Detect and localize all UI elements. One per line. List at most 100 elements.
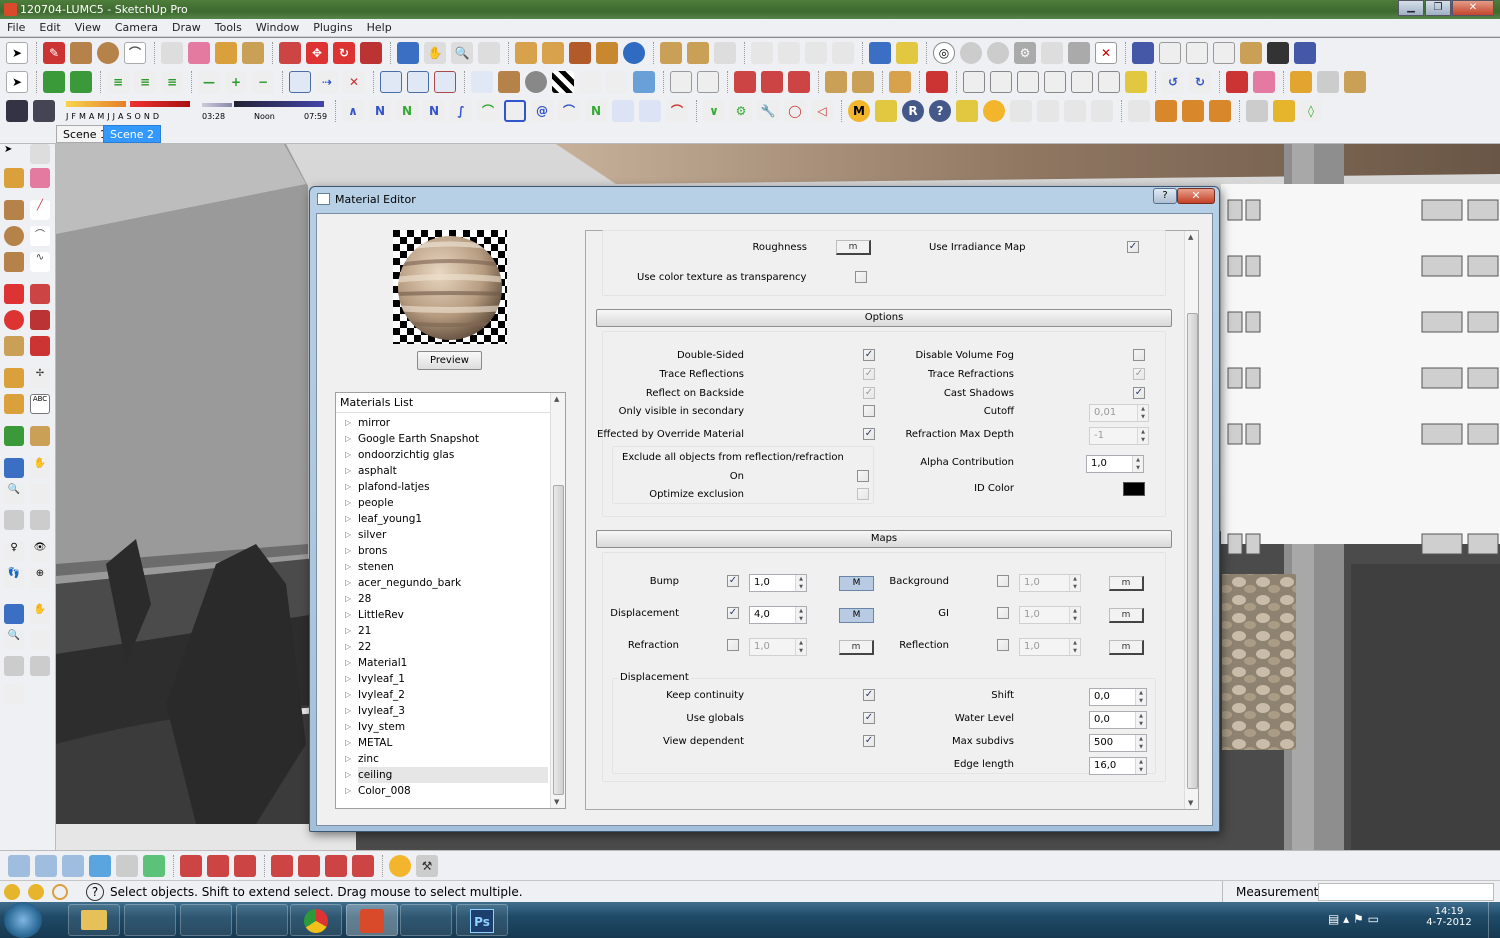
alpha-contribution-input[interactable]: 1,0 ▲ ▼ [1086, 455, 1144, 473]
grid-icon[interactable] [289, 70, 311, 93]
list-item[interactable]: ▷ Ivyleaf_2 [345, 687, 548, 703]
left-view-icon[interactable] [1267, 41, 1289, 64]
compass-icon[interactable] [389, 854, 411, 877]
offset-icon[interactable] [70, 70, 92, 93]
pencil-icon[interactable]: ✎ [43, 41, 65, 64]
trace-refractions-checkbox[interactable]: ✓ [1133, 368, 1145, 380]
taskbar-chrome[interactable] [290, 904, 342, 936]
cube-a-icon[interactable] [1290, 70, 1312, 93]
minimize-button[interactable]: ▁ [1398, 0, 1424, 16]
taskbar-app-1[interactable] [124, 904, 176, 936]
shadow-settings-icon[interactable] [6, 99, 28, 122]
prev-view-icon[interactable] [4, 510, 24, 530]
offset-tool-icon[interactable] [30, 336, 50, 356]
vray-light-b-icon[interactable] [1037, 99, 1059, 122]
maps-section-header[interactable]: Maps [596, 530, 1172, 548]
make-component-icon[interactable] [161, 41, 183, 64]
align-right-icon[interactable]: ≡ [161, 70, 183, 93]
warehouse-icon[interactable] [515, 41, 537, 64]
brush-a-icon[interactable] [825, 70, 847, 93]
back-view-icon[interactable] [1240, 41, 1262, 64]
credits-icon[interactable] [28, 884, 44, 900]
zoom-2-icon[interactable]: 🔍 [4, 630, 24, 650]
bottom-view-icon[interactable] [1294, 41, 1316, 64]
menu-view[interactable]: View [68, 19, 108, 36]
keep-continuity-checkbox[interactable]: ✓ [863, 689, 875, 701]
hierarchy-icon[interactable] [633, 70, 655, 93]
shift-input[interactable]: 0,0 ▲ ▼ [1089, 688, 1147, 706]
rotate-tool-icon[interactable] [4, 310, 24, 330]
3dtext-tool-icon[interactable] [30, 426, 50, 446]
cube-b-icon[interactable] [1317, 70, 1339, 93]
zoom-window-2-icon[interactable] [30, 630, 50, 650]
box-icon[interactable] [498, 70, 520, 93]
curve-icon[interactable]: ⌒ [558, 99, 580, 122]
gear-icon[interactable]: ⚙ [1014, 41, 1036, 64]
shadow-slider[interactable]: JFMAMJJASOND 03:28 Noon 07:59 [66, 99, 327, 123]
paint-bucket-icon[interactable] [242, 41, 264, 64]
max-subdivs-input[interactable]: 500 ▲ ▼ [1089, 734, 1147, 752]
clock[interactable]: 14:19 4-7-2012 [1426, 906, 1472, 928]
sandbox-g-icon[interactable] [352, 854, 374, 877]
rectangle-icon[interactable] [70, 41, 92, 64]
list-item[interactable]: ▷ leaf_young1 [345, 511, 548, 527]
roughness-map-button[interactable]: m [836, 240, 871, 255]
maximize-button[interactable]: ❐ [1425, 0, 1451, 16]
close-window-button[interactable]: ✕ [1452, 0, 1494, 16]
arc-tool-icon[interactable]: ⌒ [30, 226, 50, 246]
walk-icon[interactable]: 👣 [4, 568, 24, 588]
shape-g-icon[interactable] [1125, 70, 1147, 93]
vray-tool-b-icon[interactable] [1182, 99, 1204, 122]
zoom-tool-icon[interactable]: 🔍 [4, 484, 24, 504]
dialog-close-button[interactable]: ✕ [1177, 188, 1215, 204]
freehand-e-icon[interactable]: ∫ [450, 99, 472, 122]
reflection-value-input[interactable]: 1,0 ▲ ▼ [1019, 638, 1081, 656]
menu-plugins[interactable]: Plugins [306, 19, 359, 36]
list-item[interactable]: ▷ 22 [345, 639, 548, 655]
optimize-exclusion-checkbox[interactable] [857, 488, 869, 500]
google-earth-icon[interactable] [623, 41, 645, 64]
circle-icon[interactable] [97, 41, 119, 64]
rect-tool-icon[interactable] [4, 200, 24, 220]
leaf-icon[interactable]: ◊ [1300, 99, 1322, 122]
checker-icon[interactable] [552, 70, 574, 93]
polygon-a-icon[interactable] [612, 99, 634, 122]
list-item[interactable]: ▷ Ivyleaf_3 [345, 703, 548, 719]
effected-override-checkbox[interactable]: ✓ [863, 428, 875, 440]
next-view-2-icon[interactable] [30, 656, 50, 676]
only-visible-secondary-checkbox[interactable] [863, 405, 875, 417]
get-models-icon[interactable] [569, 41, 591, 64]
dimension-tool-icon[interactable]: ✢ [30, 368, 50, 388]
vray-light-a-icon[interactable] [1010, 99, 1032, 122]
disable-volume-fog-checkbox[interactable] [1133, 349, 1145, 361]
erase-icon[interactable] [30, 168, 50, 188]
cube-c-icon[interactable] [1344, 70, 1366, 93]
menu-tools[interactable]: Tools [208, 19, 249, 36]
extrude-a-icon[interactable] [734, 70, 756, 93]
pan-tool-icon[interactable]: ✋ [30, 458, 50, 478]
pan-icon[interactable]: ✋ [424, 41, 446, 64]
list-item[interactable]: ▷ asphalt [345, 463, 548, 479]
section-display-icon[interactable] [778, 41, 800, 64]
rounded-rect-icon[interactable] [504, 99, 526, 122]
shadow-toggle-icon[interactable] [33, 99, 55, 122]
no-icon[interactable]: ✕ [1095, 41, 1117, 64]
use-globals-checkbox[interactable]: ✓ [863, 712, 875, 724]
wedge-icon[interactable]: ◁ [811, 99, 833, 122]
outliner-icon[interactable] [1041, 41, 1063, 64]
line-tool-c-icon[interactable]: − [252, 70, 274, 93]
list-item[interactable]: ▷ zinc [345, 751, 548, 767]
exclude-on-checkbox[interactable] [857, 470, 869, 482]
shape-f-icon[interactable] [1098, 70, 1120, 93]
start-button[interactable] [4, 902, 42, 938]
menu-draw[interactable]: Draw [165, 19, 208, 36]
style-xray-icon[interactable] [8, 854, 30, 877]
pattern-c-icon[interactable] [434, 70, 456, 93]
displacement-value-input[interactable]: 4,0 ▲ ▼ [749, 606, 807, 624]
move-tool-icon[interactable] [4, 284, 24, 304]
refraction-checkbox[interactable] [727, 639, 739, 651]
polygon-tool-icon[interactable] [4, 252, 24, 272]
curve-b-icon[interactable]: ↻ [1189, 70, 1211, 93]
menu-window[interactable]: Window [249, 19, 306, 36]
front-view-icon[interactable] [1186, 41, 1208, 64]
